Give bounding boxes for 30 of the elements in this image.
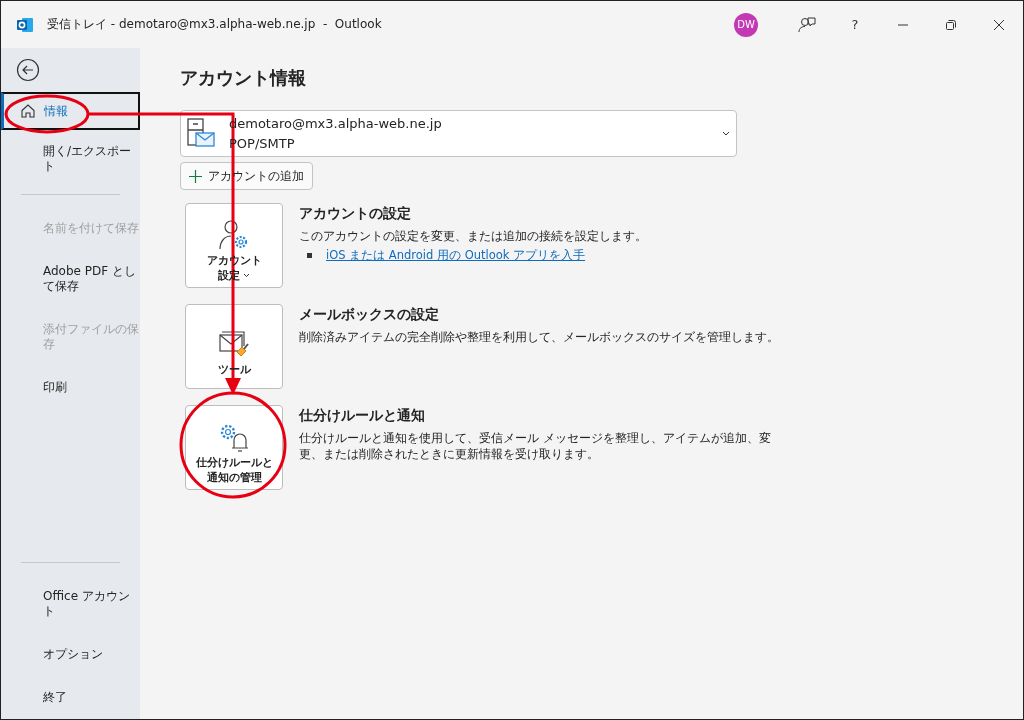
section-description: 削除済みアイテムの完全削除や整理を利用して、メールボックスのサイズを管理します。: [299, 329, 779, 345]
section-heading: メールボックスの設定: [299, 306, 440, 324]
sidebar-item[interactable]: 終了: [1, 683, 140, 712]
close-icon: [993, 18, 1005, 31]
window-title: 受信トレイ - demotaro@mx3.alpha-web.ne.jp - Outlook: [47, 16, 383, 33]
user-avatar[interactable]: DW: [734, 12, 758, 37]
page-title: アカウント情報: [180, 66, 307, 90]
app-link[interactable]: iOS または Android 用の Outlook アプリを入手: [326, 248, 586, 263]
section-heading: アカウントの設定: [299, 205, 412, 223]
mailbox-icon: [187, 117, 215, 150]
help-button[interactable]: ?: [831, 1, 879, 48]
sidebar-item[interactable]: Office アカウント: [1, 582, 140, 626]
sidebar-item[interactable]: Adobe PDF として保存: [1, 257, 140, 301]
sidebar-item[interactable]: 印刷: [1, 373, 140, 402]
section-heading: 仕分けルールと通知: [299, 407, 426, 425]
restore-icon: [945, 18, 957, 31]
home-icon: [20, 103, 36, 119]
plus-icon: [189, 169, 202, 183]
sidebar-item[interactable]: オプション: [1, 640, 140, 669]
bullet-icon: [307, 253, 312, 258]
section-description: このアカウントの設定を変更、または追加の接続を設定します。: [299, 228, 648, 244]
section-description: 仕分けルールと通知を使用して、受信メール メッセージを整理し、アイテムが追加、変更、または削除されたときに更新情報を受け取ります。: [299, 430, 772, 462]
feedback-icon: [798, 15, 816, 34]
back-button[interactable]: [16, 58, 40, 82]
sidebar-item[interactable]: 情報: [1, 92, 140, 130]
sidebar-item[interactable]: 開く/エクスポート: [1, 137, 140, 181]
app-logo-icon: [17, 16, 33, 33]
caret-icon: [722, 130, 730, 137]
tile-button[interactable]: 仕分けルールと 通知の管理: [185, 405, 283, 490]
tile-button[interactable]: ツール: [185, 304, 283, 389]
